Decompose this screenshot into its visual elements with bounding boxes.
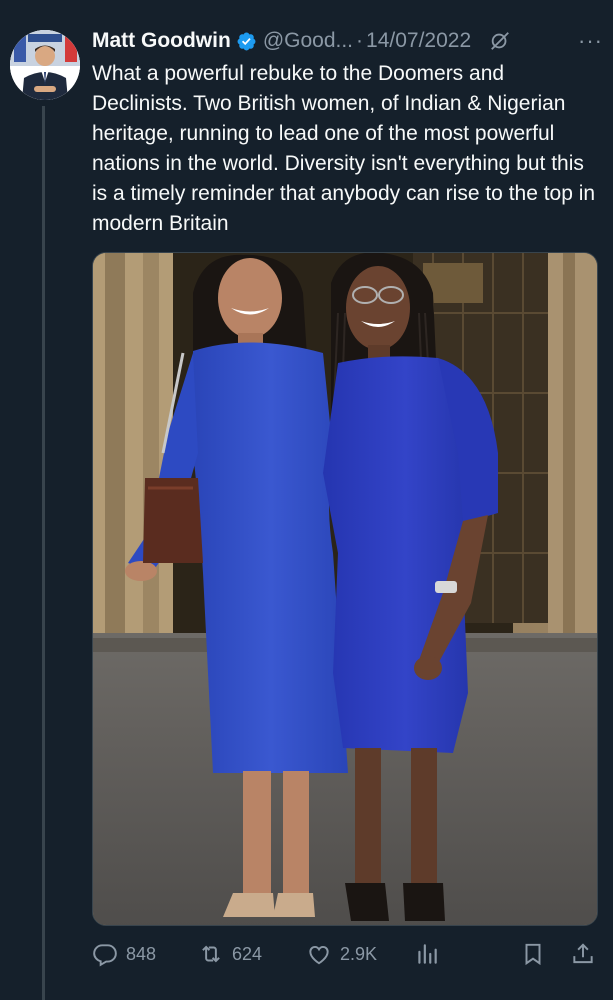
action-bar: 848 624 2.9K bbox=[92, 936, 600, 972]
retweet-count: 624 bbox=[232, 943, 263, 964]
author-name[interactable]: Matt Goodwin bbox=[92, 29, 231, 53]
more-icon[interactable]: ··· bbox=[578, 28, 603, 54]
photo-image bbox=[93, 253, 597, 925]
retweet-icon bbox=[202, 945, 220, 963]
share-button[interactable] bbox=[570, 941, 604, 967]
tweet-header: Matt Goodwin @Good... · 14/07/2022 ··· bbox=[92, 26, 603, 56]
author-handle[interactable]: @Good... bbox=[263, 29, 353, 53]
bookmark-button[interactable] bbox=[520, 941, 554, 967]
tweet-photo[interactable] bbox=[92, 252, 598, 926]
author-avatar[interactable] bbox=[10, 30, 80, 100]
reply-icon bbox=[93, 944, 117, 967]
heart-icon bbox=[309, 945, 329, 965]
reply-button[interactable]: 848 bbox=[92, 941, 156, 967]
views-icon bbox=[418, 944, 437, 964]
views-button[interactable] bbox=[414, 941, 448, 967]
avatar-image bbox=[10, 30, 80, 100]
grok-icon[interactable] bbox=[489, 30, 511, 52]
tweet-text: What a powerful rebuke to the Doomers an… bbox=[92, 62, 596, 235]
like-count: 2.9K bbox=[340, 943, 378, 964]
retweet-button[interactable]: 624 bbox=[198, 941, 262, 967]
verified-badge-icon bbox=[236, 31, 257, 52]
bookmark-icon bbox=[525, 943, 541, 966]
share-icon bbox=[573, 943, 593, 964]
reply-count: 848 bbox=[126, 943, 157, 964]
tweet-date[interactable]: 14/07/2022 bbox=[366, 29, 471, 53]
thread-line bbox=[42, 106, 45, 1000]
tweet[interactable]: Matt Goodwin @Good... · 14/07/2022 ··· W… bbox=[0, 0, 613, 1000]
header-separator: · bbox=[356, 29, 364, 52]
like-button[interactable]: 2.9K bbox=[306, 941, 377, 967]
